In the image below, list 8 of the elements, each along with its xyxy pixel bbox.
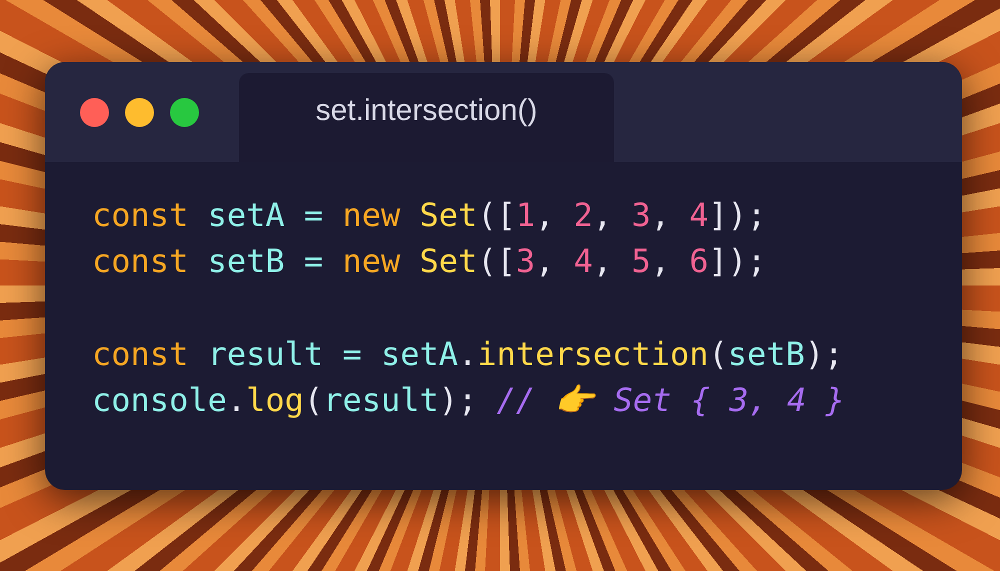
minimize-icon[interactable] (125, 98, 154, 126)
maximize-icon[interactable] (170, 98, 199, 126)
code-line: const setA = new Set([1, 2, 3, 4]); (92, 195, 766, 236)
code-line: console.log(result); // 👉 Set { 3, 4 } (92, 380, 845, 421)
code-line: const setB = new Set([3, 4, 5, 6]); (92, 241, 766, 282)
close-icon[interactable] (80, 98, 109, 126)
code-line: const result = setA.intersection(setB); (92, 334, 844, 375)
editor-tab[interactable]: set.intersection() (239, 73, 614, 162)
